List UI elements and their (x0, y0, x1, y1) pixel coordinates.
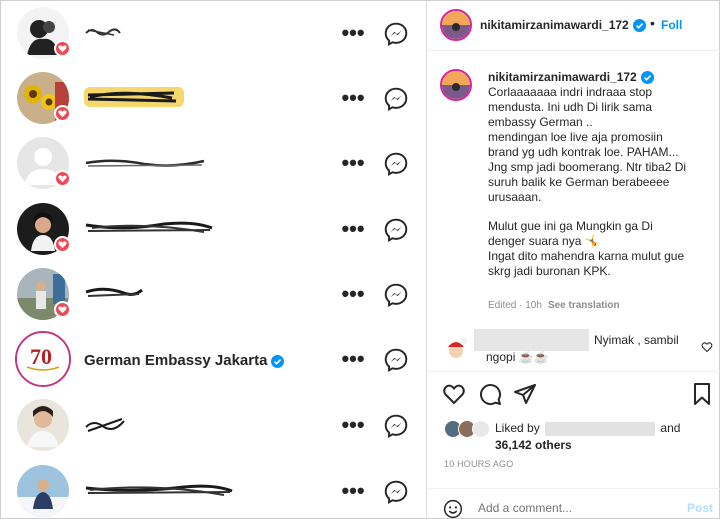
list-item[interactable]: ••• (1, 393, 427, 459)
list-item[interactable]: ••• (1, 66, 427, 132)
caption-line: denger suara nya 🤸 (488, 234, 600, 248)
emoji-icon[interactable] (443, 499, 463, 519)
avatar[interactable]: 70 (15, 331, 71, 387)
caption-meta: Edited · 10h See translation (488, 300, 620, 311)
caption-line: brand yg udh kontrak loe. PAHAM... (488, 145, 679, 159)
follow-button[interactable]: Foll (661, 18, 682, 32)
verified-icon (271, 354, 285, 368)
liked-by-avatars (444, 420, 500, 440)
heart-badge-icon (54, 105, 71, 122)
avatar[interactable] (17, 399, 69, 451)
username-redacted (84, 155, 206, 176)
caption-line: Mulut gue ini ga Mungkin ga Di (488, 219, 653, 233)
share-icon[interactable] (513, 382, 537, 406)
list-item[interactable]: ••• (1, 197, 427, 263)
list-item[interactable]: 70 German Embassy Jakarta ••• (1, 327, 427, 393)
caption-username[interactable]: nikitamirzanimawardi_172 (488, 70, 654, 85)
separator-dot: • (650, 15, 655, 31)
list-item[interactable]: ••• (1, 459, 427, 519)
liked-by-text: Liked by and (495, 421, 681, 436)
commenter-avatar[interactable] (442, 335, 470, 363)
messenger-icon[interactable] (383, 21, 409, 47)
author-username[interactable]: nikitamirzanimawardi_172 (480, 18, 629, 32)
heart-badge-icon (54, 170, 71, 187)
author-avatar[interactable] (440, 9, 472, 41)
username-redacted (84, 284, 144, 307)
username-redacted (84, 415, 128, 440)
caption-line: embassy German .. (488, 115, 593, 129)
more-icon[interactable]: ••• (341, 218, 365, 241)
username-redacted (84, 25, 124, 44)
verified-icon (633, 19, 646, 32)
caption-line: Ingat dito mahendra karna mulut gue (488, 249, 685, 263)
caption-line: Jng smp jadi boomerang. Ntr tiba2 Di (488, 160, 687, 174)
avatar[interactable] (17, 465, 69, 517)
post-timestamp[interactable]: 10 HOURS AGO (444, 459, 513, 469)
username-german-embassy[interactable]: German Embassy Jakarta (84, 352, 285, 369)
more-icon[interactable]: ••• (341, 22, 365, 45)
avatar (472, 420, 490, 438)
caption-line: suruh balik ke German berabeeee (488, 175, 670, 189)
messenger-icon[interactable] (383, 86, 409, 112)
messenger-icon[interactable] (383, 413, 409, 439)
more-icon[interactable]: ••• (341, 283, 365, 306)
caption-line: mendusta. Ini udh Di lirik sama (488, 100, 653, 114)
caption-line: mendingan loe live aja promosiin (488, 130, 663, 144)
liked-by-username-redacted[interactable] (545, 421, 656, 436)
likes-list-panel: ••• ••• ••• ••• ••• 70 German Embassy Ja… (1, 1, 427, 519)
commenter-username-redacted (474, 329, 589, 351)
add-comment-input[interactable] (478, 501, 678, 515)
list-item[interactable]: ••• (1, 262, 427, 328)
post-header: nikitamirzanimawardi_172 • Foll (428, 1, 720, 51)
caption-line: urusaaan. (488, 190, 542, 204)
list-item[interactable]: ••• (1, 1, 427, 67)
likes-count[interactable]: 36,142 others (495, 437, 572, 454)
messenger-icon[interactable] (383, 151, 409, 177)
comment-icon[interactable] (478, 382, 502, 406)
caption-text: Corlaaaaaaa indri indraaa stop mendusta.… (488, 85, 716, 279)
messenger-icon[interactable] (383, 479, 409, 505)
more-icon[interactable]: ••• (341, 414, 365, 437)
heart-badge-icon (54, 40, 71, 57)
heart-badge-icon (54, 301, 71, 318)
comment-text: Nyimak , sambil (594, 333, 679, 347)
verified-icon (640, 71, 654, 85)
bookmark-icon[interactable] (690, 382, 714, 406)
more-icon[interactable]: ••• (341, 348, 365, 371)
edited-label: Edited · 10h (488, 300, 542, 311)
username-redacted (84, 85, 184, 114)
heart-badge-icon (54, 236, 71, 253)
post-comment-button[interactable]: Post (687, 501, 713, 515)
more-icon[interactable]: ••• (341, 480, 365, 503)
more-icon[interactable]: ••• (341, 87, 365, 110)
messenger-icon[interactable] (383, 217, 409, 243)
svg-text:70: 70 (30, 344, 52, 369)
messenger-icon[interactable] (383, 282, 409, 308)
caption-line: skrg jadi buronan KPK. (488, 264, 611, 278)
comment-like-icon[interactable] (701, 341, 713, 353)
more-icon[interactable]: ••• (341, 152, 365, 175)
see-translation-link[interactable]: See translation (548, 300, 620, 311)
username-redacted (84, 219, 214, 242)
username-redacted (84, 481, 234, 504)
caption-avatar[interactable] (440, 69, 472, 101)
comment-text: ngopi ☕☕ (486, 350, 549, 364)
caption-line: Corlaaaaaaa indri indraaa stop (488, 85, 653, 99)
like-heart-icon[interactable] (442, 382, 466, 406)
post-panel: nikitamirzanimawardi_172 • Foll nikitami… (428, 1, 720, 519)
messenger-icon[interactable] (383, 347, 409, 373)
list-item[interactable]: ••• (1, 131, 427, 197)
action-bar-divider (428, 371, 720, 372)
